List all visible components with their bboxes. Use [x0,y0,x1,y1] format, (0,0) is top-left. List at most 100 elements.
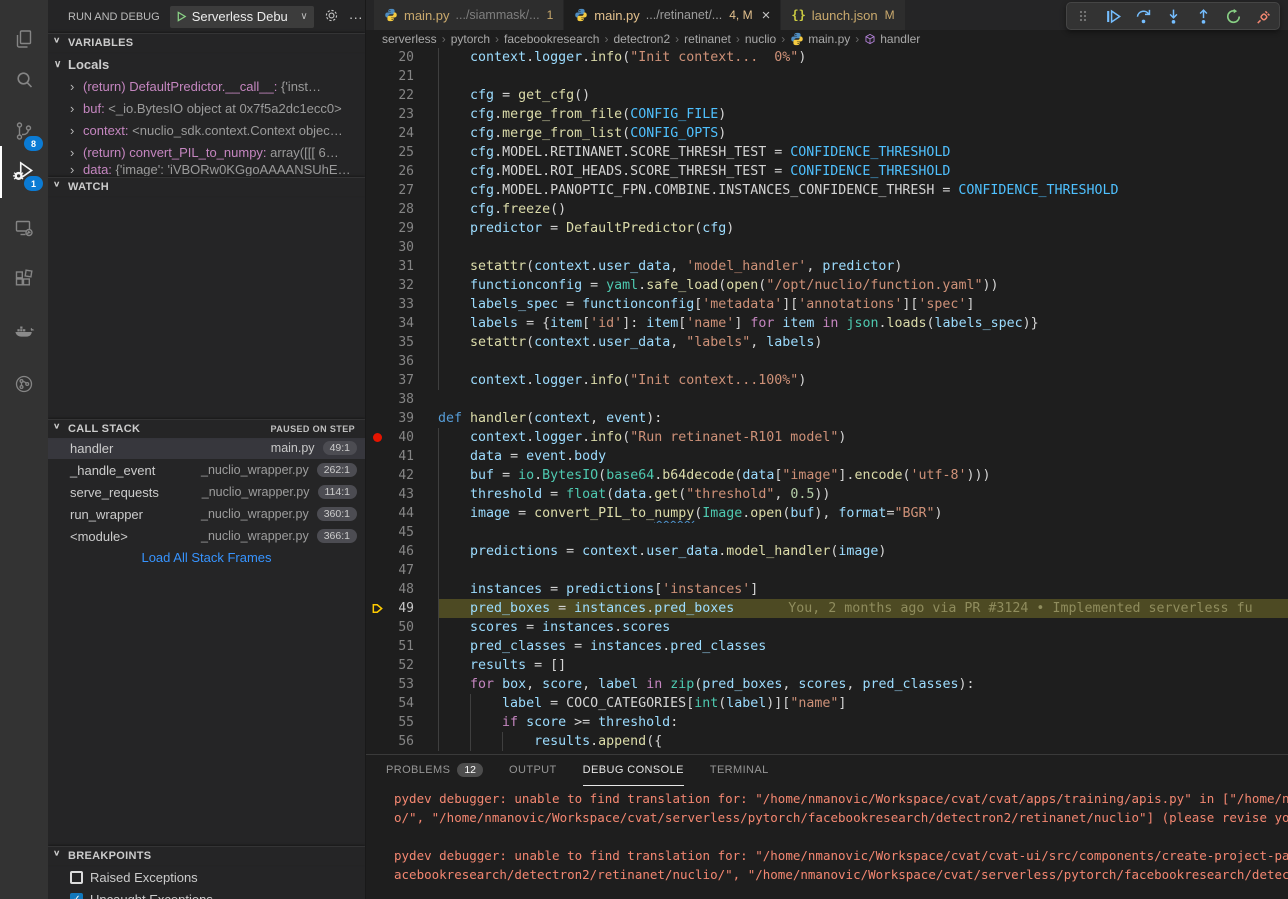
breakpoint-gutter[interactable] [366,67,388,86]
breakpoint-gutter[interactable] [366,143,388,162]
close-icon[interactable]: × [762,8,771,23]
breakpoint-gutter[interactable] [366,124,388,143]
breakpoint-gutter[interactable] [366,675,388,694]
code-line[interactable]: 42 buf = io.BytesIO(base64.b64decode(dat… [366,466,1288,485]
breakpoints-section-header[interactable]: ∨ BREAKPOINTS [48,846,365,865]
breakpoint-gutter[interactable] [366,485,388,504]
breakpoint-gutter[interactable] [366,599,388,618]
step-into-button[interactable] [1163,6,1183,26]
code-line[interactable]: 51 pred_classes = instances.pred_classes [366,637,1288,656]
panel-tab[interactable]: PROBLEMS12 [386,755,483,786]
checkbox[interactable]: ✓ [70,893,83,899]
panel-tab[interactable]: DEBUG CONSOLE [583,755,684,786]
code-line[interactable]: 46 predictions = context.user_data.model… [366,542,1288,561]
locals-scope[interactable]: ∨ Locals [48,53,365,75]
restart-button[interactable] [1223,6,1243,26]
code-line[interactable]: 23 cfg.merge_from_file(CONFIG_FILE) [366,105,1288,124]
breakpoint-gutter[interactable] [366,200,388,219]
editor-tab[interactable]: {}launch.jsonM [781,0,905,30]
breadcrumb-item[interactable]: retinanet [684,32,731,46]
code-line[interactable]: 31 setattr(context.user_data, 'model_han… [366,257,1288,276]
code-line[interactable]: 34 labels = {item['id']: item['name'] fo… [366,314,1288,333]
breadcrumb-item[interactable]: facebookresearch [504,32,599,46]
source-control-icon[interactable]: 8 [0,110,48,152]
step-over-button[interactable] [1133,6,1153,26]
breadcrumb-item[interactable]: serverless [382,32,437,46]
breadcrumb-item[interactable]: handler [864,32,920,46]
breakpoint-gutter[interactable] [366,162,388,181]
breakpoint-gutter[interactable] [366,618,388,637]
search-icon[interactable] [0,59,48,101]
panel-tab[interactable]: TERMINAL [710,755,769,786]
breakpoint-gutter[interactable] [366,409,388,428]
breakpoint-gutter[interactable] [366,561,388,580]
breakpoint-gutter[interactable] [366,732,388,751]
variable-row[interactable]: ›(return) convert_PIL_to_numpy: array([[… [48,141,365,163]
breakpoint-gutter[interactable] [366,314,388,333]
step-out-button[interactable] [1193,6,1213,26]
code-line[interactable]: 37 context.logger.info("Init context...1… [366,371,1288,390]
run-and-debug-icon[interactable]: 1 [0,150,48,192]
code-line[interactable]: 35 setattr(context.user_data, "labels", … [366,333,1288,352]
breakpoint-gutter[interactable] [366,257,388,276]
breakpoint-gutter[interactable] [366,447,388,466]
breakpoint-gutter[interactable] [366,713,388,732]
code-line[interactable]: 41 data = event.body [366,447,1288,466]
gear-icon[interactable] [324,8,339,25]
code-line[interactable]: 52 results = [] [366,656,1288,675]
load-all-stack-frames-link[interactable]: Load All Stack Frames [48,547,365,567]
breakpoint-gutter[interactable] [366,333,388,352]
breadcrumb-item[interactable]: detectron2 [613,32,670,46]
code-line[interactable]: 44 image = convert_PIL_to_numpy(Image.op… [366,504,1288,523]
code-line[interactable]: 29 predictor = DefaultPredictor(cfg) [366,219,1288,238]
breakpoint-gutter[interactable] [366,276,388,295]
breakpoint-gutter[interactable] [366,181,388,200]
breakpoint-gutter[interactable] [366,390,388,409]
docker-icon[interactable] [0,311,48,353]
code-line[interactable]: 54 label = COCO_CATEGORIES[int(label)]["… [366,694,1288,713]
start-debug-icon[interactable] [176,11,187,22]
explorer-icon[interactable] [0,18,48,60]
stack-frame[interactable]: _handle_event_nuclio_wrapper.py262:1 [48,459,365,481]
editor-tab[interactable]: main.py.../retinanet/...4, M× [564,0,781,30]
code-line[interactable]: 48 instances = predictions['instances'] [366,580,1288,599]
continue-button[interactable] [1103,6,1123,26]
variables-section-header[interactable]: ∨ VARIABLES [48,33,365,52]
breakpoint-item[interactable]: ✓Uncaught Exceptions [48,888,365,899]
breakpoint-gutter[interactable] [366,466,388,485]
breakpoint-gutter[interactable] [366,219,388,238]
breakpoint-gutter[interactable] [366,295,388,314]
code-line[interactable]: 25 cfg.MODEL.RETINANET.SCORE_THRESH_TEST… [366,143,1288,162]
drag-grip-icon[interactable] [1073,6,1093,26]
variable-row[interactable]: ›(return) DefaultPredictor.__call__: {'i… [48,75,365,97]
checkbox[interactable] [70,871,83,884]
code-line[interactable]: 55 if score >= threshold: [366,713,1288,732]
code-line[interactable]: 24 cfg.merge_from_list(CONFIG_OPTS) [366,124,1288,143]
code-line[interactable]: 30 [366,238,1288,257]
more-actions-icon[interactable]: ··· [349,10,363,24]
code-line[interactable]: 20 context.logger.info("Init context... … [366,48,1288,67]
code-line[interactable]: 40 context.logger.info("Run retinanet-R1… [366,428,1288,447]
code-line[interactable]: 53 for box, score, label in zip(pred_box… [366,675,1288,694]
watch-section-header[interactable]: ∨ WATCH [48,177,365,196]
breadcrumb-item[interactable]: main.py [790,32,850,46]
breakpoint-gutter[interactable] [366,504,388,523]
breadcrumb-item[interactable]: pytorch [451,32,490,46]
variable-row[interactable]: ›context: <nuclio_sdk.context.Context ob… [48,119,365,141]
breakpoint-gutter[interactable] [366,238,388,257]
breakpoint-icon[interactable] [373,433,382,442]
breakpoint-gutter[interactable] [366,105,388,124]
breakpoint-gutter[interactable] [366,580,388,599]
variable-row[interactable]: ›buf: <_io.BytesIO object at 0x7f5a2dc1e… [48,97,365,119]
breakpoint-gutter[interactable] [366,371,388,390]
extensions-icon[interactable] [0,259,48,301]
code-line[interactable]: 56 results.append({ [366,732,1288,751]
remote-explorer-icon[interactable] [0,207,48,249]
code-line[interactable]: 50 scores = instances.scores [366,618,1288,637]
breakpoint-gutter[interactable] [366,637,388,656]
launch-config-dropdown[interactable]: Serverless Debu ∨ [170,6,314,28]
breakpoint-item[interactable]: Raised Exceptions [48,866,365,888]
code-line[interactable]: 43 threshold = float(data.get("threshold… [366,485,1288,504]
breakpoint-gutter[interactable] [366,694,388,713]
breakpoint-gutter[interactable] [366,48,388,67]
